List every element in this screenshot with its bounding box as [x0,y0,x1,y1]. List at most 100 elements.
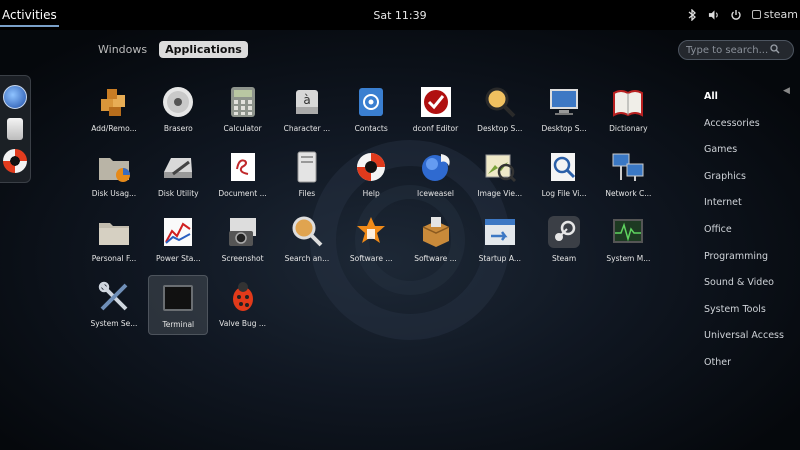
category-internet[interactable]: Internet [704,196,784,223]
lifebuoy-icon[interactable] [3,149,27,174]
app-label: Startup A... [478,254,521,263]
app-label: Desktop S... [541,124,587,133]
image-viewer-icon [481,148,519,186]
app-folder[interactable]: Personal F... [84,210,144,270]
app-calculator[interactable]: Calculator [213,80,273,140]
lifebuoy-icon [352,148,390,186]
app-image-viewer[interactable]: Image Vie... [470,145,530,205]
svg-text:à: à [303,93,310,107]
app-package[interactable]: Add/Remo... [84,80,144,140]
clock[interactable]: Sat 11:39 [373,9,426,22]
category-programming[interactable]: Programming [704,250,784,277]
app-label: dconf Editor [412,124,459,133]
app-camera[interactable]: Screenshot [213,210,273,270]
volume-icon[interactable] [708,9,720,21]
app-terminal[interactable]: Terminal [148,275,209,335]
app-software-star[interactable]: Software ... [341,210,401,270]
disk-utility-icon [159,148,197,186]
character-map-icon: à [288,83,326,121]
contacts-icon [352,83,390,121]
terminal-icon [159,279,197,317]
category-other[interactable]: Other [704,356,784,383]
system-settings-icon [95,278,133,316]
app-log-viewer[interactable]: Log File Vi... [534,145,594,205]
app-dconf[interactable]: dconf Editor [406,80,466,140]
app-system-settings[interactable]: System Se... [84,275,144,335]
category-all[interactable]: All [704,90,784,117]
app-desktop-sharing[interactable]: Desktop S... [534,80,594,140]
book-icon [609,83,647,121]
software-box-icon [417,213,455,251]
steam-tray-icon [751,10,761,19]
tab-applications[interactable]: Applications [159,41,248,58]
app-magnifier[interactable]: Desktop S... [470,80,530,140]
app-bug[interactable]: Valve Bug ... [213,275,273,335]
bluetooth-icon[interactable] [686,8,698,21]
app-label: Steam [551,254,577,263]
activities-button[interactable]: Activities [0,6,59,27]
app-lifebuoy[interactable]: Help [341,145,401,205]
app-label: Valve Bug ... [219,319,267,328]
app-label: Files [298,189,316,198]
app-label: Power Sta... [156,254,201,263]
app-label: System Se... [90,319,138,328]
app-iceweasel[interactable]: Iceweasel [406,145,466,205]
app-label: Desktop S... [477,124,523,133]
dash [0,75,31,183]
category-office[interactable]: Office [704,223,784,250]
iceweasel-icon[interactable] [3,84,27,109]
search-box[interactable] [678,40,794,60]
app-network[interactable]: Network C... [598,145,658,205]
app-power-stats[interactable]: Power Sta... [148,210,208,270]
app-contacts[interactable]: Contacts [341,80,401,140]
category-graphics[interactable]: Graphics [704,170,784,197]
steam-tray-item[interactable]: steam [751,8,798,21]
desktop-sharing-icon [545,83,583,121]
app-label: Character ... [283,124,331,133]
log-viewer-icon [545,148,583,186]
app-label: Calculator [223,124,262,133]
system-tray: steam [686,8,800,21]
disc-icon [159,83,197,121]
power-icon[interactable] [730,9,742,21]
search-input[interactable] [686,44,770,56]
steam-icon [545,213,583,251]
folder-chart-icon [95,148,133,186]
app-disk-utility[interactable]: Disk Utility [148,145,208,205]
iceweasel-icon [417,148,455,186]
app-label: Add/Remo... [91,124,137,133]
category-universal-access[interactable]: Universal Access [704,329,784,356]
app-book[interactable]: Dictionary [598,80,658,140]
search-icon [770,43,780,57]
category-system-tools[interactable]: System Tools [704,303,784,330]
app-files[interactable]: Files [277,145,337,205]
software-star-icon [352,213,390,251]
app-software-box[interactable]: Software ... [406,210,466,270]
app-folder-chart[interactable]: Disk Usag... [84,145,144,205]
system-monitor-icon [609,213,647,251]
app-label: Search an... [284,254,330,263]
app-label: Dictionary [609,124,648,133]
app-label: Disk Usag... [91,189,137,198]
app-system-monitor[interactable]: System M... [598,210,658,270]
category-sound-video[interactable]: Sound & Video [704,276,784,303]
app-steam[interactable]: Steam [534,210,594,270]
dconf-icon [417,83,455,121]
files-icon[interactable] [7,117,23,140]
app-character-map[interactable]: à Character ... [277,80,337,140]
chevron-left-icon[interactable]: ◀ [783,86,790,96]
magnifier-icon [481,83,519,121]
app-label: Terminal [162,320,195,329]
app-label: Network C... [605,189,652,198]
app-search-find[interactable]: Search an... [277,210,337,270]
app-disc[interactable]: Brasero [148,80,208,140]
bug-icon [224,278,262,316]
category-accessories[interactable]: Accessories [704,117,784,144]
app-label: Iceweasel [417,189,454,198]
app-document-viewer[interactable]: Document ... [213,145,273,205]
app-label: Disk Utility [158,189,199,198]
app-startup[interactable]: Startup A... [470,210,530,270]
category-games[interactable]: Games [704,143,784,170]
tab-windows[interactable]: Windows [92,41,153,58]
power-stats-icon [159,213,197,251]
